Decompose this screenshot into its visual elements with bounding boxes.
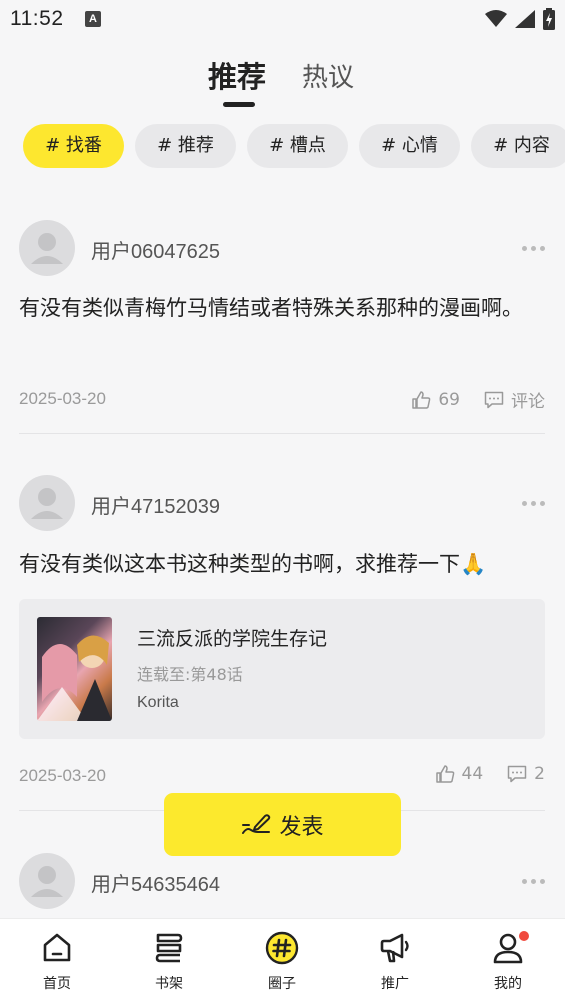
nav-label: 推广 [381, 976, 409, 992]
like-button[interactable]: 69 [411, 390, 460, 410]
post-actions: 44 2 [435, 764, 545, 784]
post-card[interactable]: 用户54635464 [19, 853, 545, 913]
post-text: 有没有类似青梅竹马情结或者特殊关系那种的漫画啊。 [19, 296, 523, 320]
post-date: 2025-03-20 [19, 389, 106, 408]
tab-recommend[interactable]: 推荐 [208, 54, 266, 96]
nav-item-me[interactable]: 我的 [468, 931, 548, 993]
comment-label: 评论 [511, 392, 545, 412]
comment-icon [484, 391, 504, 408]
divider [19, 433, 545, 434]
like-count: 69 [438, 389, 460, 410]
comment-icon [507, 765, 527, 783]
chip-recommend[interactable]: # 推荐 [135, 124, 236, 168]
app-notification-icon: A [85, 11, 101, 27]
book-cover [37, 617, 112, 721]
wifi-icon [485, 10, 507, 27]
nav-label: 我的 [494, 976, 522, 992]
publish-label: 发表 [279, 814, 324, 840]
avatar[interactable] [19, 475, 75, 531]
post-date: 2025-03-20 [19, 766, 106, 785]
top-tabs: 推荐 热议 [0, 50, 565, 110]
status-bar: 11:52 A [0, 0, 565, 36]
battery-icon [543, 8, 555, 30]
notification-dot [519, 931, 529, 941]
avatar-placeholder-icon [31, 488, 63, 519]
nav-label: 圈子 [268, 976, 296, 992]
avatar-placeholder-icon [31, 866, 63, 897]
post-card[interactable]: 用户47152039 有没有类似这本书这种类型的书啊，求推荐一下🙏 三流反派的学… [19, 475, 545, 811]
bottom-nav: 首页 书架 圈子 推广 我的 [0, 918, 565, 1005]
nav-item-promote[interactable]: 推广 [355, 931, 435, 993]
nav-item-home[interactable]: 首页 [17, 931, 97, 993]
more-options-icon[interactable] [522, 501, 545, 506]
chip-complaints[interactable]: # 槽点 [247, 124, 348, 168]
comment-button[interactable]: 2 [507, 764, 545, 784]
thumbs-up-icon [435, 765, 454, 783]
like-count: 44 [461, 764, 484, 784]
chip-mood[interactable]: # 心情 [359, 124, 460, 168]
book-progress: 连载至:第48话 [137, 665, 243, 684]
post-actions: 69 评论 [411, 387, 545, 412]
nav-label: 首页 [43, 976, 71, 992]
avatar[interactable] [19, 220, 75, 276]
comment-button[interactable]: 评论 [484, 387, 545, 412]
nav-item-bookshelf[interactable]: 书架 [129, 931, 209, 993]
publish-button[interactable]: 发表 [164, 793, 401, 856]
thumbs-up-icon [412, 390, 431, 409]
nav-label: 书架 [155, 976, 183, 992]
comment-count: 2 [534, 764, 545, 784]
topic-chips: # 找番 # 推荐 # 槽点 # 心情 # 内容 [23, 124, 565, 168]
pen-write-icon [242, 813, 271, 834]
post-text: 有没有类似这本书这种类型的书啊，求推荐一下🙏 [19, 552, 487, 576]
status-icons [485, 8, 555, 30]
home-icon [43, 933, 71, 962]
more-options-icon[interactable] [522, 879, 545, 884]
chip-find-anime[interactable]: # 找番 [23, 124, 124, 168]
more-options-icon[interactable] [522, 246, 545, 251]
tab-indicator [223, 102, 255, 107]
nav-item-circle[interactable]: 圈子 [242, 931, 322, 993]
avatar[interactable] [19, 853, 75, 909]
megaphone-icon [380, 933, 409, 963]
post-username[interactable]: 用户06047625 [91, 235, 220, 264]
circle-hash-icon [265, 931, 299, 965]
chip-content[interactable]: # 内容 [471, 124, 565, 168]
like-button[interactable]: 44 [435, 764, 484, 784]
bookshelf-icon [155, 933, 183, 963]
status-time: 11:52 [10, 7, 64, 30]
book-title: 三流反派的学院生存记 [137, 628, 328, 650]
post-username[interactable]: 用户47152039 [91, 490, 220, 519]
avatar-placeholder-icon [31, 233, 63, 264]
tab-hot-discussion[interactable]: 热议 [302, 57, 354, 94]
post-card[interactable]: 用户06047625 有没有类似青梅竹马情结或者特殊关系那种的漫画啊。 2025… [19, 220, 545, 435]
book-author: Korita [137, 694, 179, 711]
book-card[interactable]: 三流反派的学院生存记 连载至:第48话 Korita [19, 599, 545, 739]
signal-icon [515, 10, 535, 28]
post-username[interactable]: 用户54635464 [91, 868, 220, 897]
